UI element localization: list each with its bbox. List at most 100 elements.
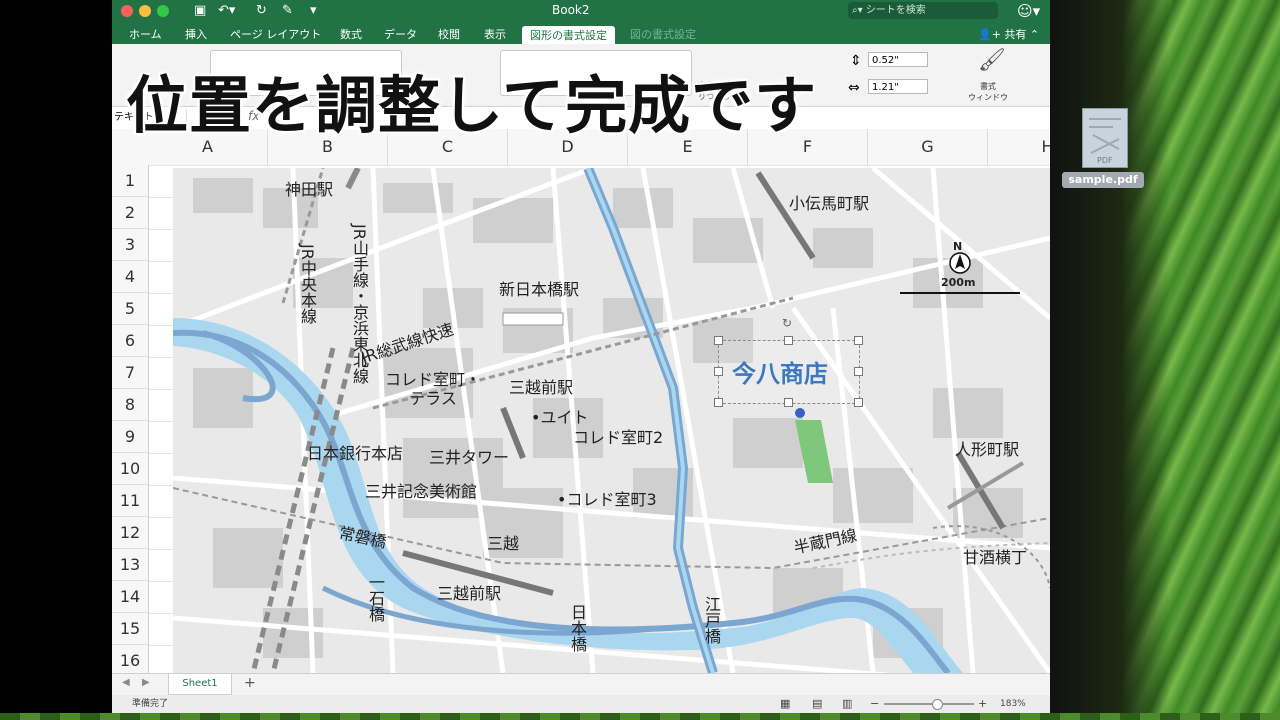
map-label-jr-chuo: JR中央本線 bbox=[298, 244, 317, 324]
map-label-mitsukoshimae-top: 三越前駅 bbox=[509, 378, 574, 397]
tab-shape-format[interactable]: 図形の書式設定 bbox=[522, 26, 615, 45]
window-title: Book2 bbox=[552, 3, 590, 17]
row-header[interactable]: 2 bbox=[112, 197, 148, 229]
map-label-mitsui-museum: 三井記念美術館 bbox=[365, 482, 478, 501]
north-label: N bbox=[953, 240, 963, 253]
pdf-file-icon[interactable]: PDF bbox=[1072, 106, 1134, 170]
sheet-nav-prev-icon[interactable]: ◀ bbox=[122, 677, 130, 688]
row-headers: 1 2 3 4 5 6 7 8 9 10 11 12 13 14 15 16 bbox=[112, 165, 149, 677]
undo-icon[interactable]: ↶▾ bbox=[218, 3, 235, 18]
map-label-edobashi: 江戸橋 bbox=[702, 596, 721, 644]
row-header[interactable]: 5 bbox=[112, 293, 148, 325]
row-header[interactable]: 15 bbox=[112, 613, 148, 645]
row-header[interactable]: 9 bbox=[112, 421, 148, 453]
share-button[interactable]: 👤+ 共有 ⌃ bbox=[978, 26, 1039, 42]
pdf-thumbnail: PDF bbox=[1089, 118, 1121, 165]
map-label-mitsui-tower: 三井タワー bbox=[429, 448, 510, 467]
tab-data[interactable]: データ bbox=[384, 26, 417, 42]
map-label-ichikokubashi: 一石橋 bbox=[366, 574, 385, 622]
zoom-out-icon[interactable]: − bbox=[870, 695, 879, 713]
redo-icon[interactable]: ↻ bbox=[256, 3, 267, 18]
resize-handle[interactable] bbox=[714, 398, 723, 407]
title-bar: ▣ ↶▾ ↻ ✎ ▾ Book2 ⌕▾ シートを検索 ☺▾ bbox=[112, 0, 1050, 22]
map-label-kanda: 神田駅 bbox=[285, 180, 334, 199]
row-header[interactable]: 14 bbox=[112, 581, 148, 613]
ribbon-tabs: ホーム 挿入 ページ レイアウト 数式 データ 校閲 表示 図形の書式設定 図の… bbox=[112, 22, 1050, 45]
zoom-level: 183% bbox=[1000, 699, 1026, 709]
row-header[interactable]: 6 bbox=[112, 325, 148, 357]
tab-picture-format[interactable]: 図の書式設定 bbox=[630, 26, 696, 42]
column-header-g[interactable]: G bbox=[868, 129, 988, 165]
tab-page-layout[interactable]: ページ レイアウト bbox=[230, 26, 321, 42]
customize-icon[interactable]: ▾ bbox=[310, 3, 317, 18]
row-header[interactable]: 4 bbox=[112, 261, 148, 293]
row-header[interactable]: 7 bbox=[112, 357, 148, 389]
column-header-h[interactable]: H bbox=[988, 129, 1050, 165]
zoom-slider-thumb[interactable] bbox=[932, 699, 943, 710]
resize-handle[interactable] bbox=[714, 336, 723, 345]
save-icon[interactable]: ▣ bbox=[194, 3, 206, 18]
excel-window: ▣ ↶▾ ↻ ✎ ▾ Book2 ⌕▾ シートを検索 ☺▾ ホーム 挿入 ページ… bbox=[112, 0, 1050, 713]
sheet-nav-next-icon[interactable]: ▶ bbox=[142, 677, 150, 688]
overlay-caption: 位置を調整して完成です bbox=[126, 69, 818, 142]
resize-handle[interactable] bbox=[784, 398, 793, 407]
resize-handle[interactable] bbox=[854, 336, 863, 345]
scale-label: 200m bbox=[941, 276, 976, 289]
shape-height-input[interactable]: 0.52" bbox=[868, 52, 928, 67]
smiley-feedback-icon[interactable]: ☺▾ bbox=[1017, 2, 1040, 20]
share-label: 共有 bbox=[1004, 28, 1027, 41]
resize-handle[interactable] bbox=[854, 398, 863, 407]
format-pane-button[interactable]: 書式 ウィンドウ bbox=[968, 81, 1008, 103]
status-ready: 準備完了 bbox=[132, 699, 169, 709]
zoom-button[interactable] bbox=[157, 5, 169, 17]
desktop-bottom bbox=[0, 713, 1280, 720]
map-label-coredo2: コレド室町2 bbox=[573, 428, 664, 447]
resize-handle[interactable] bbox=[784, 336, 793, 345]
sheet-tab-bar: ◀ ▶ Sheet1 + bbox=[112, 673, 1050, 696]
zoom-in-icon[interactable]: + bbox=[978, 695, 987, 713]
page-break-view-icon[interactable]: ▥ bbox=[842, 695, 852, 713]
pdf-page-icon: PDF bbox=[1082, 108, 1128, 168]
map-label-mitsukoshi: 三越 bbox=[487, 534, 520, 553]
sheet-tab-sheet1[interactable]: Sheet1 bbox=[168, 674, 232, 695]
search-icon: ⌕▾ bbox=[852, 5, 866, 16]
pdf-file-label[interactable]: sample.pdf bbox=[1062, 172, 1144, 188]
map-label-kodenmacho: 小伝馬町駅 bbox=[789, 194, 870, 213]
tab-home[interactable]: ホーム bbox=[129, 26, 162, 42]
row-header[interactable]: 3 bbox=[112, 229, 148, 261]
tab-insert[interactable]: 挿入 bbox=[185, 26, 207, 42]
edit-icon[interactable]: ✎ bbox=[282, 3, 293, 18]
map-label-mitsukoshimae-bottom: 三越前駅 bbox=[437, 584, 502, 603]
row-header[interactable]: 11 bbox=[112, 485, 148, 517]
map-label-amazake: 甘酒横丁 bbox=[963, 548, 1028, 567]
row-header[interactable]: 1 bbox=[112, 165, 148, 197]
shop-name-text[interactable]: 今八商店 bbox=[732, 354, 828, 389]
format-pane-icon: 🖌 bbox=[978, 48, 1006, 73]
add-sheet-icon[interactable]: + bbox=[244, 675, 256, 691]
map-label-nihonbashi: 日本橋 bbox=[568, 604, 587, 652]
row-header[interactable]: 13 bbox=[112, 549, 148, 581]
row-header[interactable]: 8 bbox=[112, 389, 148, 421]
close-button[interactable] bbox=[121, 5, 133, 17]
resize-handle[interactable] bbox=[714, 367, 723, 376]
sheet-search-input[interactable]: ⌕▾ シートを検索 bbox=[848, 2, 998, 19]
map-label-coredo3: •コレド室町3 bbox=[557, 490, 657, 509]
row-header[interactable]: 10 bbox=[112, 453, 148, 485]
normal-view-icon[interactable]: ▦ bbox=[780, 695, 790, 713]
resize-handle[interactable] bbox=[854, 367, 863, 376]
width-icon: ⇔ bbox=[848, 80, 860, 96]
tab-formulas[interactable]: 数式 bbox=[340, 26, 362, 42]
row-header[interactable]: 12 bbox=[112, 517, 148, 549]
tab-view[interactable]: 表示 bbox=[484, 26, 506, 42]
minimize-button[interactable] bbox=[139, 5, 151, 17]
rotate-handle-icon[interactable]: ↻ bbox=[782, 316, 792, 330]
search-placeholder: シートを検索 bbox=[865, 5, 926, 16]
height-icon: ⇕ bbox=[850, 53, 862, 69]
shape-width-input[interactable]: 1.21" bbox=[868, 79, 928, 94]
share-icon: 👤+ bbox=[978, 28, 1005, 41]
page-layout-view-icon[interactable]: ▤ bbox=[812, 695, 822, 713]
tab-review[interactable]: 校閲 bbox=[438, 26, 460, 42]
map-label-ningyocho: 人形町駅 bbox=[955, 440, 1020, 459]
map-image[interactable]: 神田駅 小伝馬町駅 新日本橋駅 JR山手線・京浜東北線 JR中央本線 JR総武線… bbox=[173, 168, 1050, 673]
zoom-slider[interactable] bbox=[884, 703, 974, 705]
